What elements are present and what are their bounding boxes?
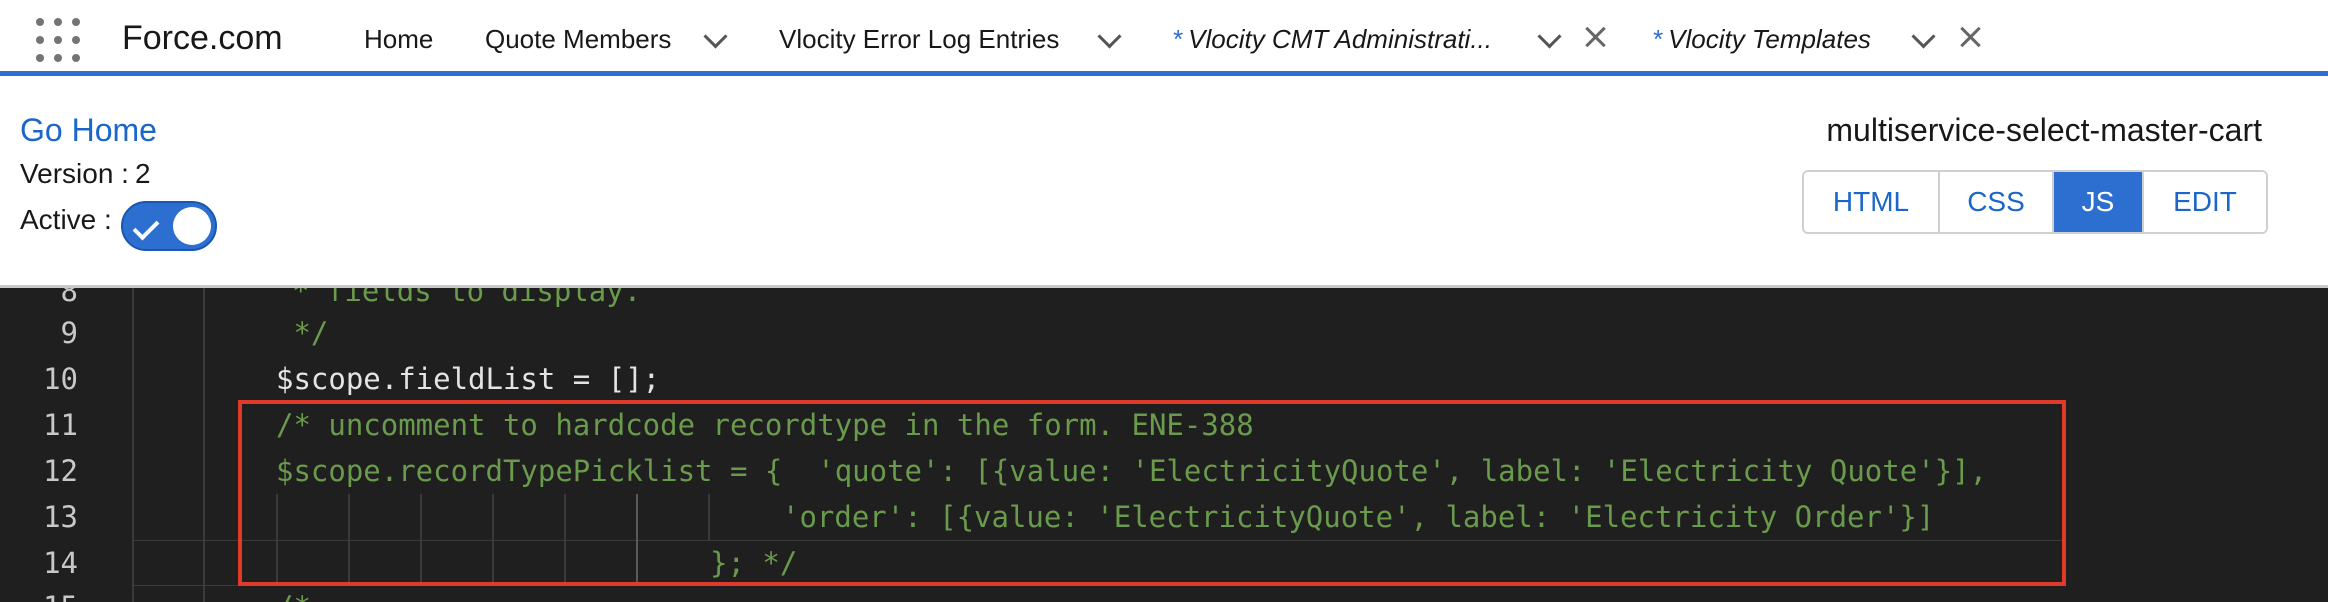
app-launcher-icon[interactable] [36, 18, 80, 62]
tab-vlocity-error-log-entries[interactable]: Vlocity Error Log Entries [779, 22, 1059, 56]
chevron-down-icon[interactable] [1537, 24, 1562, 49]
line-number: 14 [43, 546, 78, 580]
code-line: 10 $scope.fieldList = []; [0, 356, 2328, 402]
view-button-group: HTML CSS JS EDIT [1802, 170, 2268, 234]
active-label: Active : [20, 204, 112, 235]
version-value: 2 [134, 158, 151, 189]
line-number: 11 [43, 408, 78, 442]
code-line: 9 */ [0, 310, 2328, 356]
annotation-highlight-box [238, 400, 2066, 586]
chevron-down-icon[interactable] [1911, 24, 1936, 49]
tab-label: Quote Members [485, 23, 672, 54]
unsaved-marker: * [1172, 23, 1183, 54]
code-text: */ [276, 316, 329, 350]
unsaved-marker: * [1652, 23, 1663, 54]
go-home-link[interactable]: Go Home [20, 112, 157, 149]
version-label: Version : [20, 158, 129, 189]
html-button[interactable]: HTML [1804, 172, 1940, 232]
tab-label: Vlocity CMT Administrati... [1188, 23, 1492, 54]
template-header: Go Home Version :2 Active : multiservice… [0, 76, 2328, 288]
close-icon[interactable] [1957, 24, 1983, 50]
line-number: 13 [43, 500, 78, 534]
close-icon[interactable] [1582, 24, 1608, 50]
line-number: 9 [60, 316, 78, 350]
version-info: Version :2 [20, 158, 151, 190]
tab-label: Home [364, 23, 434, 54]
code-line: 15 /* [0, 584, 2328, 602]
checkmark-icon [132, 213, 160, 241]
code-text: $scope.fieldList = []; [276, 362, 661, 396]
tab-vlocity-templates[interactable]: * Vlocity Templates [1652, 22, 1871, 56]
toggle-knob [173, 207, 211, 245]
tab-label: Vlocity Templates [1668, 23, 1871, 54]
line-number: 10 [43, 362, 78, 396]
tab-vlocity-cmt-administration[interactable]: * Vlocity CMT Administrati... [1172, 22, 1492, 56]
css-button[interactable]: CSS [1940, 172, 2054, 232]
js-button[interactable]: JS [2054, 172, 2144, 232]
code-editor[interactable]: 8 * fields to display. 9 */ 10 $scope.fi… [0, 288, 2328, 602]
tab-home[interactable]: Home [364, 22, 433, 56]
line-number: 12 [43, 454, 78, 488]
code-text: /* [276, 584, 311, 602]
chevron-down-icon[interactable] [703, 24, 728, 49]
global-nav-bar: Force.com Home Quote Members Vlocity Err… [0, 0, 2328, 76]
app-name: Force.com [122, 19, 283, 57]
tab-quote-members[interactable]: Quote Members [485, 22, 671, 56]
edit-button[interactable]: EDIT [2144, 172, 2266, 232]
template-name: multiservice-select-master-cart [1826, 112, 2262, 148]
active-toggle[interactable] [121, 201, 217, 251]
tab-label: Vlocity Error Log Entries [779, 23, 1060, 54]
chevron-down-icon[interactable] [1097, 24, 1122, 49]
line-number: 15 [0, 584, 78, 602]
